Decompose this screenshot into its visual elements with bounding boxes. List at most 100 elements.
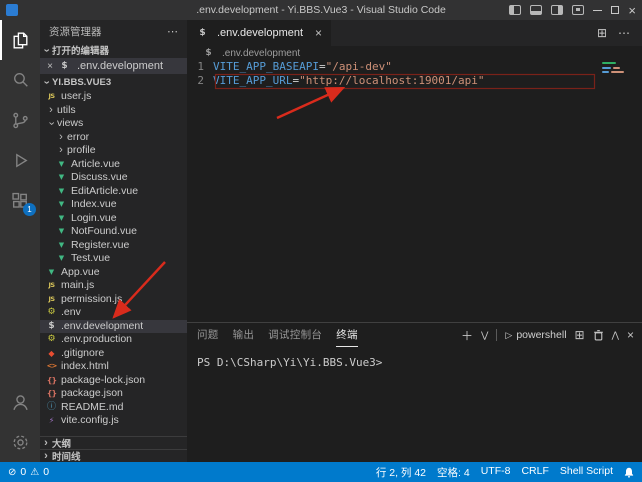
tab-env-development[interactable]: $ .env.development ×	[187, 20, 331, 46]
panel-tab-输出[interactable]: 输出	[233, 323, 255, 347]
tree-item-label: Discuss.vue	[71, 171, 128, 185]
toggle-panel-icon[interactable]	[530, 5, 542, 15]
shell-file-icon: $	[202, 48, 215, 58]
minimize-button[interactable]	[593, 10, 602, 11]
tree-file-package-lock.json[interactable]: {}package-lock.json	[40, 374, 187, 388]
activity-explorer[interactable]	[0, 20, 40, 60]
open-editor-env-development[interactable]: × $ .env.development	[40, 58, 187, 74]
new-terminal-icon[interactable]: ＋	[461, 327, 473, 344]
terminal-instance-powershell[interactable]: ▷ powershell	[505, 329, 566, 341]
tree-file-notfound.vue[interactable]: ▼NotFound.vue	[40, 225, 187, 239]
tree-file-app.vue[interactable]: ▼App.vue	[40, 266, 187, 280]
chevron-down-icon[interactable]: ⋁	[481, 330, 488, 341]
tree-file-login.vue[interactable]: ▼Login.vue	[40, 212, 187, 226]
code-editor[interactable]: 1VITE_APP_BASEAPI="/api-dev"2VITE_APP_UR…	[187, 60, 642, 322]
notifications-bell-icon[interactable]	[624, 467, 634, 478]
js-file-icon: JS	[45, 90, 58, 104]
tree-item-label: App.vue	[61, 266, 100, 280]
split-editor-icon[interactable]: ⊞	[597, 26, 607, 40]
code-token: =	[319, 60, 326, 73]
sidebar-section-大纲[interactable]: ›大纲	[40, 436, 187, 449]
project-name: YI.BBS.VUE3	[52, 77, 111, 88]
tree-file-index.html[interactable]: <>index.html	[40, 360, 187, 374]
activity-extensions[interactable]: 1	[0, 180, 40, 220]
close-button[interactable]: ×	[628, 4, 636, 17]
tree-folder-error[interactable]: ›error	[40, 131, 187, 145]
activity-run-debug[interactable]	[0, 140, 40, 180]
tree-file-.env.production[interactable]: ⚙.env.production	[40, 333, 187, 347]
status-item[interactable]: Shell Script	[560, 465, 613, 480]
tree-file-discuss.vue[interactable]: ▼Discuss.vue	[40, 171, 187, 185]
chevron-right-icon: ›	[40, 451, 52, 462]
customize-layout-icon[interactable]	[572, 5, 584, 15]
minimap-mark	[611, 71, 624, 73]
tree-file-readme.md[interactable]: ⓘREADME.md	[40, 401, 187, 415]
tree-file-index.vue[interactable]: ▼Index.vue	[40, 198, 187, 212]
sidebar-explorer: 资源管理器 ⋯ › 打开的编辑器 × $ .env.development › …	[40, 20, 187, 462]
tree-file-user.js[interactable]: JSuser.js	[40, 90, 187, 104]
tree-file-main.js[interactable]: JSmain.js	[40, 279, 187, 293]
tree-file-register.vue[interactable]: ▼Register.vue	[40, 239, 187, 253]
warning-count: 0	[43, 466, 49, 478]
tree-folder-views[interactable]: ›views	[40, 117, 187, 131]
tree-folder-utils[interactable]: ›utils	[40, 104, 187, 118]
more-actions-icon[interactable]: ⋯	[167, 25, 178, 38]
file-tree: JSuser.js›utils›views›error›profile▼Arti…	[40, 90, 187, 428]
kill-terminal-icon[interactable]	[593, 329, 604, 341]
close-tab-icon[interactable]: ×	[315, 26, 322, 40]
minimap[interactable]	[600, 60, 640, 130]
terminal-prompt: PS D:\CSharp\Yi\Yi.BBS.Vue3>	[197, 356, 382, 369]
trash-icon	[593, 329, 604, 341]
tree-file-.env[interactable]: ⚙.env	[40, 306, 187, 320]
terminal-output[interactable]: PS D:\CSharp\Yi\Yi.BBS.Vue3>	[187, 347, 642, 462]
activity-account[interactable]	[0, 382, 40, 422]
sidebar-section-时间线[interactable]: ›时间线	[40, 449, 187, 462]
gear-file-icon: ⚙	[45, 306, 58, 320]
tree-item-label: package.json	[61, 387, 123, 401]
tree-file-test.vue[interactable]: ▼Test.vue	[40, 252, 187, 266]
breadcrumb-item[interactable]: .env.development	[222, 48, 300, 59]
tree-file-vite.config.js[interactable]: ⚡vite.config.js	[40, 414, 187, 428]
panel-tab-终端[interactable]: 终端	[336, 323, 358, 347]
shell-file-icon: $	[58, 61, 71, 71]
panel-tab-问题[interactable]: 问题	[197, 323, 219, 347]
tree-file-article.vue[interactable]: ▼Article.vue	[40, 158, 187, 172]
problems-indicator[interactable]: ⊘ 0 ⚠ 0	[8, 466, 49, 478]
maximize-panel-icon[interactable]: ⋀	[612, 330, 619, 341]
minimap-mark	[602, 71, 609, 73]
activity-source-control[interactable]	[0, 100, 40, 140]
tree-file-.env.development[interactable]: $.env.development	[40, 320, 187, 334]
status-item[interactable]: 行 2, 列 42	[376, 465, 426, 480]
files-icon	[10, 30, 31, 51]
status-item[interactable]: CRLF	[521, 465, 548, 480]
open-editors-section[interactable]: › 打开的编辑器	[40, 42, 187, 58]
vue-file-icon: ▼	[55, 225, 68, 239]
split-terminal-icon[interactable]: ⊞	[575, 328, 585, 342]
tree-item-label: NotFound.vue	[71, 225, 137, 239]
close-icon[interactable]: ×	[45, 61, 55, 72]
activity-settings[interactable]	[0, 422, 40, 462]
tree-file-package.json[interactable]: {}package.json	[40, 387, 187, 401]
panel-tab-调试控制台[interactable]: 调试控制台	[268, 323, 322, 347]
code-line-1[interactable]: 1VITE_APP_BASEAPI="/api-dev"	[187, 60, 642, 74]
toggle-secondary-sidebar-icon[interactable]	[551, 5, 563, 15]
status-item[interactable]: UTF-8	[481, 465, 511, 480]
tree-folder-profile[interactable]: ›profile	[40, 144, 187, 158]
tree-item-label: vite.config.js	[61, 414, 119, 428]
project-section-header[interactable]: › YI.BBS.VUE3	[40, 74, 187, 90]
chevron-right-icon: ›	[40, 438, 52, 449]
code-token: VITE_APP_BASEAPI	[213, 60, 319, 73]
maximize-button[interactable]	[611, 6, 619, 14]
toggle-sidebar-icon[interactable]	[509, 5, 521, 15]
activity-search[interactable]	[0, 60, 40, 100]
tree-file-editarticle.vue[interactable]: ▼EditArticle.vue	[40, 185, 187, 199]
close-panel-icon[interactable]: ×	[627, 328, 634, 342]
more-actions-icon[interactable]: ⋯	[618, 26, 630, 40]
status-item[interactable]: 空格: 4	[437, 465, 470, 480]
tree-file-.gitignore[interactable]: ◆.gitignore	[40, 347, 187, 361]
breadcrumb[interactable]: $ .env.development	[187, 46, 642, 60]
open-editors-label: 打开的编辑器	[52, 43, 109, 57]
code-line-2[interactable]: 2VITE_APP_URL="http://localhost:19001/ap…	[187, 74, 642, 88]
source-control-icon	[10, 110, 31, 131]
tree-file-permission.js[interactable]: JSpermission.js	[40, 293, 187, 307]
